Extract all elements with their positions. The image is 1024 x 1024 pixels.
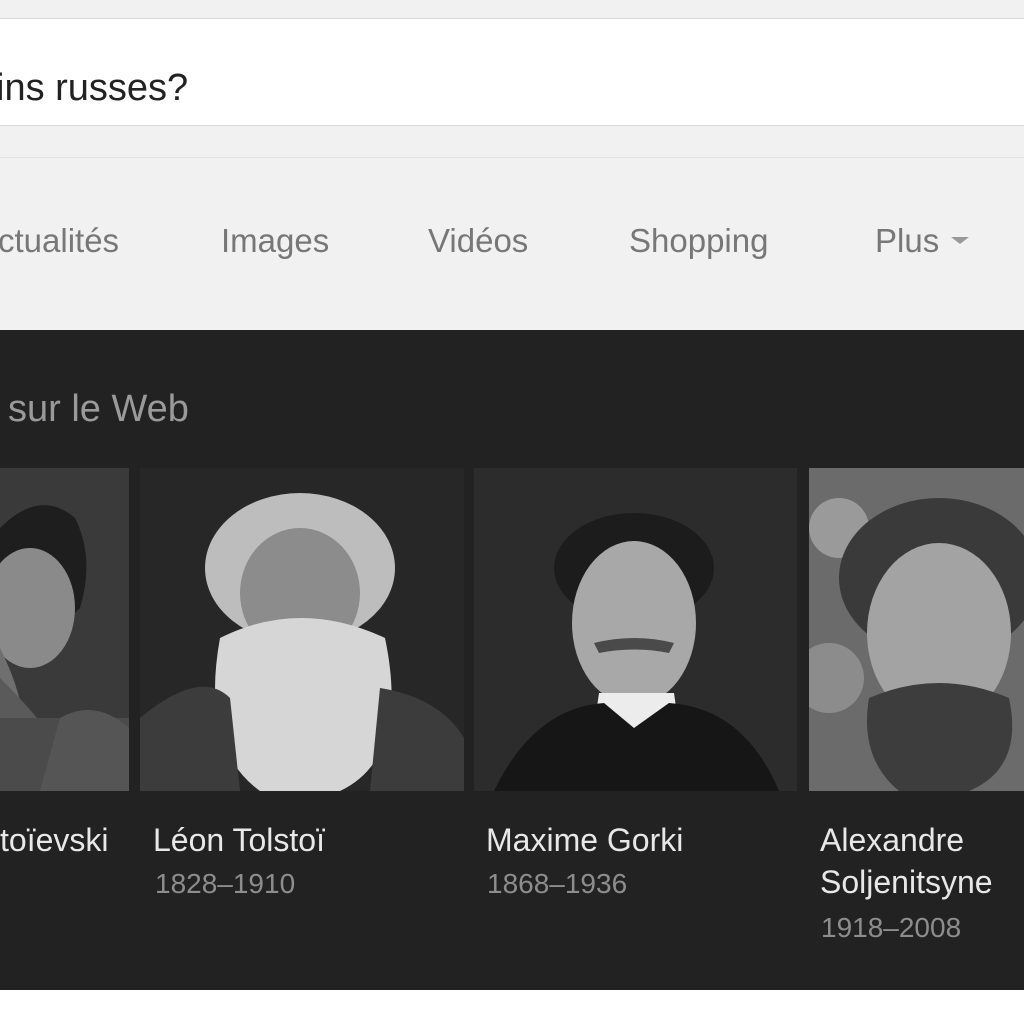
portrait-photo — [809, 468, 1024, 791]
portrait-photo — [0, 468, 129, 791]
tab-more[interactable]: Plus — [875, 222, 970, 260]
person-name: Maxime Gorki — [486, 822, 684, 858]
person-name: Léon Tolstoï — [153, 822, 325, 858]
search-input[interactable]: ins russes? — [0, 67, 188, 110]
tab-shopping[interactable]: Shopping — [629, 222, 768, 260]
person-name-line1: Alexandre — [820, 822, 965, 858]
portrait-photo — [140, 468, 464, 791]
tab-videos[interactable]: Vidéos — [428, 222, 528, 260]
person-dates: 1828–1910 — [155, 868, 296, 899]
tab-more-label: Plus — [875, 222, 940, 259]
page-bottom — [0, 990, 1024, 1024]
person-name: toïevski — [0, 822, 109, 858]
carousel-title: sur le Web — [8, 388, 189, 430]
person-dates: 1918–2008 — [821, 912, 962, 943]
portrait-photo — [474, 468, 797, 791]
person-name-line2: Soljenitsyne — [820, 864, 993, 900]
top-strip — [0, 0, 1024, 18]
tab-news[interactable]: ctualités — [0, 222, 119, 260]
tab-images[interactable]: Images — [221, 222, 329, 260]
caret-down-icon — [951, 236, 970, 244]
search-box[interactable]: ins russes? — [0, 18, 1024, 126]
person-dates: 1868–1936 — [487, 868, 628, 899]
